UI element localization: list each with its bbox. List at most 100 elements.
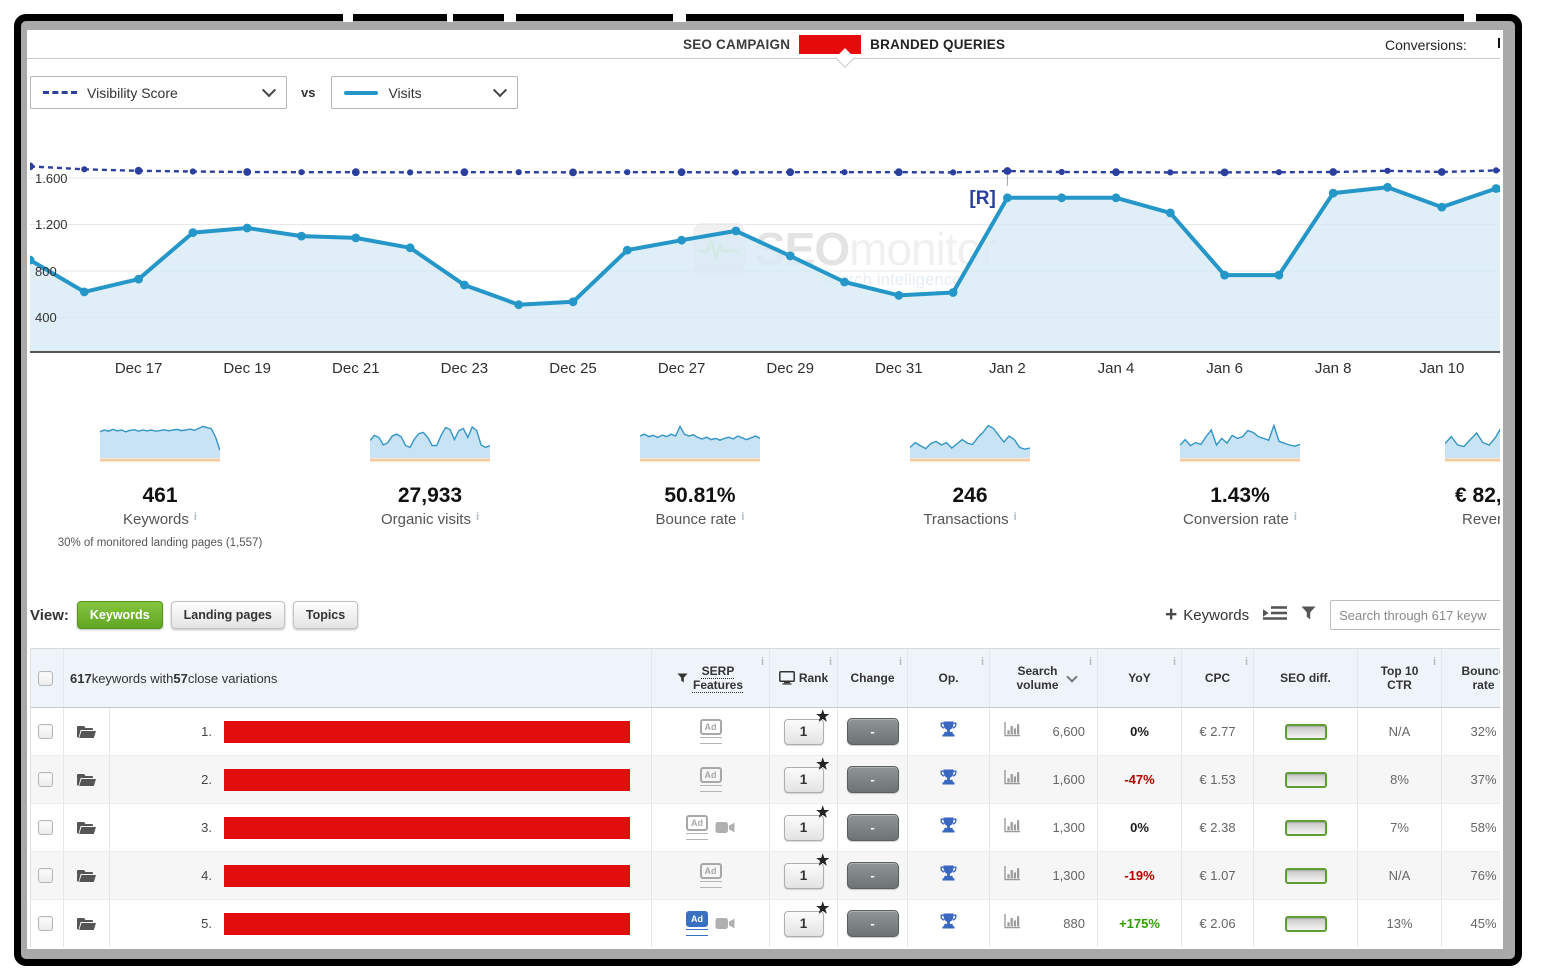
table-row: 5. Ad 1 ★ - 880 +175% € 2.06 13% 45%	[31, 900, 1500, 947]
ad-icon-active: Ad	[686, 911, 708, 936]
ad-icon: Ad	[700, 767, 722, 792]
change-button[interactable]: -	[847, 718, 899, 745]
volume-chart-icon[interactable]	[1004, 818, 1020, 838]
change-button[interactable]: -	[847, 766, 899, 793]
column-change[interactable]: Change i	[837, 649, 907, 707]
yoy-value: -47%	[1124, 772, 1154, 787]
folder-icon[interactable]	[77, 869, 96, 883]
row-checkbox[interactable]	[38, 724, 53, 739]
row-checkbox[interactable]	[38, 868, 53, 883]
metric-card-revenue[interactable]: € 82, Rever	[1390, 420, 1500, 528]
column-top10-ctr[interactable]: Top 10 CTR i	[1357, 649, 1441, 707]
plus-icon[interactable]: +	[1165, 605, 1177, 625]
grouping-icon[interactable]	[1263, 605, 1287, 626]
redacted-keyword[interactable]	[224, 817, 630, 839]
redacted-keyword[interactable]	[224, 721, 630, 743]
folder-icon[interactable]	[77, 773, 96, 787]
redacted-keyword[interactable]	[224, 913, 630, 935]
info-icon: i	[1294, 511, 1297, 523]
star-icon[interactable]: ★	[816, 757, 829, 772]
row-checkbox[interactable]	[38, 820, 53, 835]
frame-gap	[1464, 14, 1476, 22]
series-b-label: Visits	[388, 85, 421, 101]
star-icon[interactable]: ★	[816, 805, 829, 820]
metric-card-transactions[interactable]: 246 Transactionsi	[850, 420, 1090, 528]
page: SEO CAMPAIGN BRANDED QUERIES Conversions…	[0, 0, 1543, 980]
volume-chart-icon[interactable]	[1004, 770, 1020, 790]
metric-card-bounce-rate[interactable]: 50.81% Bounce ratei	[580, 420, 820, 528]
table-toolbar: + Keywords	[1165, 598, 1500, 632]
folder-icon[interactable]	[77, 821, 96, 835]
redacted-keyword[interactable]	[224, 769, 630, 791]
folder-icon[interactable]	[77, 917, 96, 931]
star-icon[interactable]: ★	[816, 709, 829, 724]
row-index: 3.	[110, 820, 212, 835]
opportunity-trophy-icon[interactable]	[939, 912, 958, 936]
info-icon: i	[1089, 656, 1092, 668]
tab-landing-pages[interactable]: Landing pages	[171, 601, 285, 629]
rank-button[interactable]: 1 ★	[784, 767, 824, 793]
metric-card-organic-visits[interactable]: 27,933 Organic visitsi	[310, 420, 550, 528]
timeseries-chart[interactable]	[30, 140, 1500, 390]
column-seo-diff[interactable]: SEO diff.	[1253, 649, 1357, 707]
star-icon[interactable]: ★	[816, 853, 829, 868]
ad-icon: Ad	[686, 815, 708, 840]
table-header: 617 keywords with 57 close variations SE…	[31, 648, 1500, 708]
seo-diff-meter[interactable]	[1285, 772, 1327, 788]
row-checkbox[interactable]	[38, 772, 53, 787]
seo-diff-meter[interactable]	[1285, 820, 1327, 836]
info-icon: i	[741, 511, 744, 523]
bounce-rate-value: 58%	[1441, 804, 1500, 851]
change-button[interactable]: -	[847, 814, 899, 841]
rank-button[interactable]: 1 ★	[784, 863, 824, 889]
filter-icon[interactable]	[1301, 606, 1316, 625]
bounce-rate-value: 37%	[1441, 756, 1500, 803]
top10-ctr-value: 7%	[1357, 804, 1441, 851]
table-row: 1. Ad 1 ★ - 6,600 0% € 2.77 N/A 32%	[31, 708, 1500, 756]
rank-button[interactable]: 1 ★	[784, 719, 824, 745]
add-keywords-button[interactable]: Keywords	[1183, 607, 1249, 624]
column-serp-features[interactable]: SERP Features i	[651, 649, 769, 707]
redacted-keyword[interactable]	[224, 865, 630, 887]
series-b-dropdown[interactable]: Visits	[331, 76, 518, 109]
serp-features: Ad	[700, 767, 722, 792]
opportunity-trophy-icon[interactable]	[939, 720, 958, 744]
column-rank[interactable]: Rank i	[769, 649, 837, 707]
yoy-value: +175%	[1119, 916, 1160, 931]
column-op[interactable]: Op. i	[907, 649, 989, 707]
column-cpc[interactable]: CPC i	[1181, 649, 1253, 707]
star-icon[interactable]: ★	[816, 901, 829, 916]
series-a-dropdown[interactable]: Visibility Score	[30, 76, 287, 109]
seo-diff-meter[interactable]	[1285, 916, 1327, 932]
volume-chart-icon[interactable]	[1004, 866, 1020, 886]
rank-button[interactable]: 1 ★	[784, 815, 824, 841]
info-icon: i	[1245, 656, 1248, 668]
opportunity-trophy-icon[interactable]	[939, 768, 958, 792]
change-button[interactable]: -	[847, 862, 899, 889]
tab-topics[interactable]: Topics	[293, 601, 358, 629]
seo-diff-meter[interactable]	[1285, 724, 1327, 740]
volume-chart-icon[interactable]	[1004, 914, 1020, 934]
seo-diff-meter[interactable]	[1285, 868, 1327, 884]
search-input[interactable]	[1330, 600, 1500, 630]
opportunity-trophy-icon[interactable]	[939, 816, 958, 840]
rank-button[interactable]: 1 ★	[784, 911, 824, 937]
metric-card-keywords[interactable]: 461 Keywordsi 30% of monitored landing p…	[40, 420, 280, 549]
folder-icon[interactable]	[77, 725, 96, 739]
chart-controls: Visibility Score vs Visits	[30, 76, 518, 109]
info-icon: i	[1433, 656, 1436, 668]
select-all-checkbox[interactable]	[38, 671, 53, 686]
top10-ctr-value: 13%	[1357, 900, 1441, 947]
column-bounce-rate[interactable]: Bounce rate i	[1441, 649, 1500, 707]
row-checkbox[interactable]	[38, 916, 53, 931]
column-search-volume[interactable]: Search volume i	[989, 649, 1097, 707]
info-icon: i	[761, 656, 764, 668]
chart-annotation[interactable]: [R]	[969, 188, 995, 210]
change-button[interactable]: -	[847, 910, 899, 937]
column-yoy[interactable]: YoY i	[1097, 649, 1181, 707]
opportunity-trophy-icon[interactable]	[939, 864, 958, 888]
volume-chart-icon[interactable]	[1004, 722, 1020, 742]
tab-keywords[interactable]: Keywords	[77, 601, 163, 629]
seo-dashboard: SEO CAMPAIGN BRANDED QUERIES Conversions…	[27, 30, 1500, 947]
metric-card-conversion-rate[interactable]: 1.43% Conversion ratei	[1120, 420, 1360, 528]
